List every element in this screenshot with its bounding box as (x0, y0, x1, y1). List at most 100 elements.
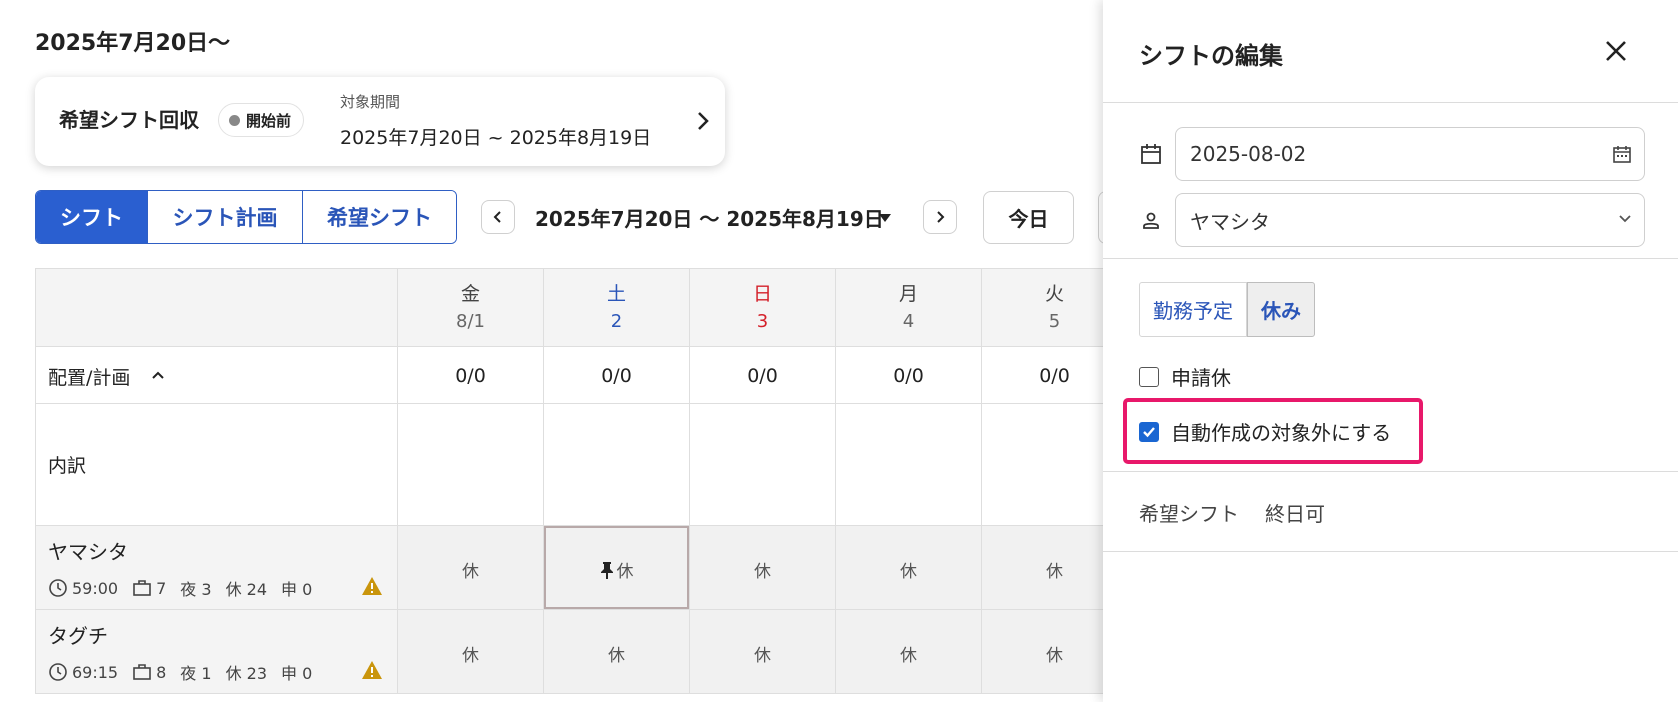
divider (1103, 471, 1678, 472)
view-tabs: シフト シフト計画 希望シフト (35, 190, 457, 244)
detail-row: 内訳 (36, 404, 1128, 526)
shift-value: 休 (1046, 646, 1063, 666)
day-header: 土 2 (544, 269, 690, 347)
plan-value: 0/0 (455, 365, 486, 387)
shift-cell[interactable]: 休 (690, 610, 836, 694)
close-icon[interactable] (1601, 36, 1631, 66)
edit-shift-panel: シフトの編集 2025-08-02 ヤマシタ 勤務予定 休み 申請休 自動作成の… (1103, 0, 1678, 702)
chevron-right-icon (937, 211, 945, 223)
status-badge: 開始前 (218, 103, 305, 137)
employee-name: ヤマシタ (48, 540, 128, 564)
today-button[interactable]: 今日 (983, 191, 1074, 244)
plan-cell: 0/0 (690, 347, 836, 404)
calendar-picker-icon[interactable] (1612, 144, 1632, 164)
shift-cell[interactable]: 休 (398, 610, 544, 694)
employee-cell[interactable]: ヤマシタ 59:00 7 夜 3 休 24 申 0 (36, 526, 398, 610)
shift-cell[interactable]: 休 (544, 610, 690, 694)
status-dot (229, 114, 240, 126)
clock-icon (49, 663, 67, 681)
shift-cell-selected[interactable]: 休 (544, 526, 690, 610)
plan-label: 配置/計画 (48, 367, 131, 389)
shift-value: 休 (1046, 562, 1063, 582)
grid-corner (36, 269, 398, 347)
type-work-button[interactable]: 勤務予定 (1139, 282, 1247, 337)
page: 2025年7月20日〜 希望シフト回収 開始前 対象期間 2025年7月20日 … (0, 0, 1678, 702)
employee-cell[interactable]: タグチ 69:15 8 夜 1 休 23 申 0 (36, 610, 398, 694)
preference-collection-card[interactable]: 希望シフト回収 開始前 対象期間 2025年7月20日 ~ 2025年8月19日 (35, 77, 725, 166)
chevron-left-icon (493, 211, 501, 223)
shift-value: 休 (900, 646, 917, 666)
shift-cell[interactable]: 休 (690, 526, 836, 610)
day-of-week: 月 (898, 283, 918, 305)
prev-period-button[interactable] (481, 200, 515, 234)
status-text: 開始前 (246, 111, 292, 130)
day-header: 金 8/1 (398, 269, 544, 347)
day-header: 日 3 (690, 269, 836, 347)
exclude-auto-checkbox[interactable] (1139, 421, 1159, 442)
employee-select[interactable]: ヤマシタ (1175, 193, 1645, 247)
employee-work-count: 8 (156, 662, 167, 682)
exclude-auto-checkbox-row[interactable]: 自動作成の対象外にする (1139, 417, 1391, 446)
day-date: 3 (756, 311, 769, 332)
day-header: 月 4 (836, 269, 982, 347)
day-of-week: 日 (752, 283, 772, 305)
clock-icon (49, 579, 67, 597)
divider (1103, 102, 1678, 103)
request-off-checkbox[interactable] (1139, 366, 1159, 387)
employee-hours: 59:00 (72, 578, 119, 598)
day-of-week: 金 (460, 283, 480, 305)
shift-value: 休 (754, 562, 771, 582)
detail-cell (690, 404, 836, 526)
employee-night: 夜 1 (180, 664, 212, 683)
request-off-label: 申請休 (1171, 366, 1231, 390)
employee-off: 休 23 (225, 664, 268, 683)
shift-cell[interactable]: 休 (836, 610, 982, 694)
employee-request: 申 0 (281, 580, 313, 599)
employee-off: 休 24 (225, 580, 268, 599)
employee-night: 夜 3 (180, 580, 212, 599)
preferred-shift-label: 希望シフト (1139, 502, 1239, 526)
detail-label-cell: 内訳 (36, 404, 398, 526)
warning-icon[interactable] (361, 576, 383, 596)
period-value: 2025年7月20日 ~ 2025年8月19日 (340, 127, 652, 149)
warning-icon[interactable] (361, 660, 383, 680)
panel-title: シフトの編集 (1139, 42, 1283, 70)
date-range-label[interactable]: 2025年7月20日 〜 2025年8月19日 (535, 203, 884, 232)
detail-cell (544, 404, 690, 526)
detail-cell (836, 404, 982, 526)
date-field-value: 2025-08-02 (1190, 142, 1307, 166)
chevron-up-icon[interactable] (151, 370, 165, 380)
date-field[interactable]: 2025-08-02 (1175, 127, 1645, 181)
detail-label: 内訳 (48, 455, 87, 477)
plan-cell: 0/0 (544, 347, 690, 404)
person-icon (1139, 208, 1163, 232)
shift-grid: 金 8/1 土 2 日 3 月 4 火 5 配置/計画 0/0 0/0 0/0 … (35, 268, 1128, 694)
employee-row: タグチ 69:15 8 夜 1 休 23 申 0 休 休 休 休 休 (36, 610, 1128, 694)
day-date: 8/1 (456, 311, 485, 332)
plan-row: 配置/計画 0/0 0/0 0/0 0/0 0/0 (36, 347, 1128, 404)
tab-shift-plan[interactable]: シフト計画 (148, 191, 303, 243)
shift-value: 休 (462, 562, 479, 582)
employee-name: タグチ (48, 624, 108, 648)
plan-label-cell[interactable]: 配置/計画 (36, 347, 398, 404)
plan-value: 0/0 (893, 365, 924, 387)
tab-preferred-shift[interactable]: 希望シフト (303, 191, 456, 243)
collection-title: 希望シフト回収 (59, 108, 199, 132)
grid-header-row: 金 8/1 土 2 日 3 月 4 火 5 (36, 269, 1128, 347)
employee-stats: 69:15 8 夜 1 休 23 申 0 (48, 660, 326, 684)
employee-stats: 59:00 7 夜 3 休 24 申 0 (48, 576, 326, 600)
preferred-shift-value: 終日可 (1265, 502, 1325, 526)
request-off-checkbox-row[interactable]: 申請休 (1139, 362, 1231, 391)
shift-cell[interactable]: 休 (398, 526, 544, 610)
chevron-right-icon[interactable] (691, 107, 715, 135)
type-off-button[interactable]: 休み (1247, 282, 1315, 337)
shift-value: 休 (900, 562, 917, 582)
caret-down-icon[interactable] (877, 210, 893, 224)
shift-type-toggle: 勤務予定 休み (1139, 282, 1315, 337)
next-period-button[interactable] (923, 200, 957, 234)
tab-shift[interactable]: シフト (36, 191, 148, 243)
shift-cell[interactable]: 休 (836, 526, 982, 610)
employee-select-value: ヤマシタ (1190, 209, 1270, 234)
page-title: 2025年7月20日〜 (35, 31, 231, 56)
day-date: 2 (610, 311, 623, 332)
